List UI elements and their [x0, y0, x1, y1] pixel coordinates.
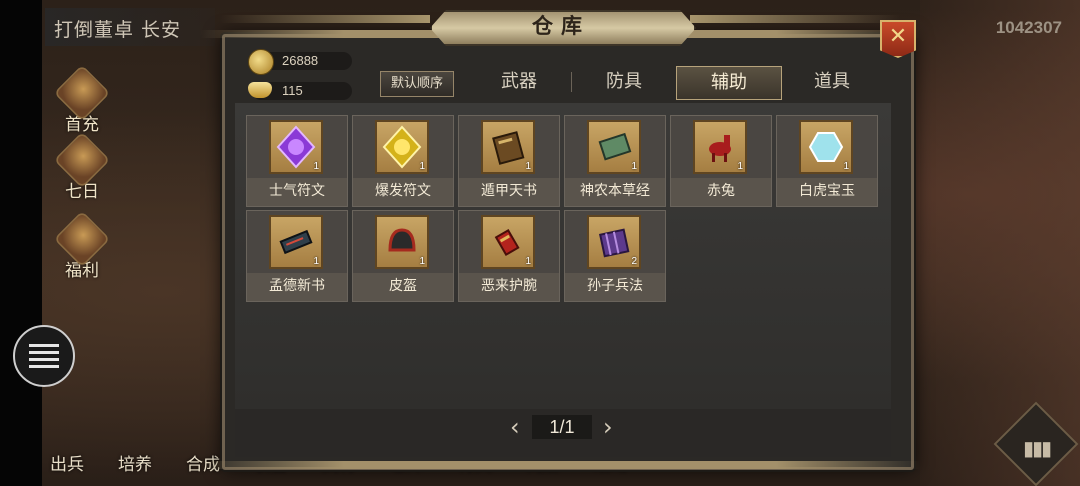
item-name: 遁甲天书: [481, 183, 537, 199]
item-count: 1: [313, 256, 319, 267]
prev-page-button[interactable]: ‹: [510, 414, 520, 440]
power-score: 1042307: [995, 18, 1062, 37]
tab-auxiliary[interactable]: 辅助: [676, 66, 782, 100]
bracer-icon: [494, 228, 520, 257]
item-count: 1: [737, 161, 743, 172]
item-slot: 1: [481, 215, 535, 269]
item-name: 神农本草经: [580, 183, 650, 199]
right-scene-edge: [920, 0, 1080, 486]
item-name: 白虎宝玉: [799, 183, 855, 199]
bamboo-scroll-icon: [598, 228, 630, 258]
more-icon: ▮▮▮: [1022, 436, 1052, 460]
item-card[interactable]: 1 遁甲天书: [458, 115, 560, 207]
coin-icon: [248, 49, 274, 75]
item-name: 孙子兵法: [587, 278, 643, 294]
side-button-first-recharge[interactable]: 首充: [52, 64, 112, 135]
tab-props[interactable]: 道具: [780, 66, 884, 98]
item-card[interactable]: 1 孟德新书: [246, 210, 348, 302]
item-card[interactable]: 1 恶来护腕: [458, 210, 560, 302]
nav-item[interactable]: 培养: [118, 450, 152, 486]
item-count: 2: [631, 256, 637, 267]
helmet-icon: [388, 228, 416, 252]
item-count: 1: [525, 256, 531, 267]
red-horse-icon: [709, 135, 731, 162]
item-count: 1: [313, 161, 319, 172]
green-book-icon: [598, 132, 632, 161]
item-name: 爆发符文: [375, 183, 431, 199]
close-button[interactable]: ✕: [880, 20, 916, 58]
item-slot: 1: [269, 215, 323, 269]
side-button-seven-day[interactable]: 七日: [52, 131, 112, 202]
next-page-button[interactable]: ›: [603, 414, 613, 440]
book-icon: [492, 131, 525, 165]
item-slot: 1: [481, 120, 535, 174]
item-card[interactable]: 1 神农本草经: [564, 115, 666, 207]
item-card[interactable]: 1 爆发符文: [352, 115, 454, 207]
purple-rune-icon: [276, 125, 316, 169]
item-name: 孟德新书: [269, 278, 325, 294]
item-slot: 1: [375, 215, 429, 269]
item-name: 恶来护腕: [481, 278, 537, 294]
item-card[interactable]: 1 赤兔: [670, 115, 772, 207]
left-black-bar: [0, 0, 42, 486]
item-name: 皮盔: [389, 278, 417, 294]
item-card[interactable]: 1 白虎宝玉: [776, 115, 878, 207]
default-sort-button[interactable]: 默认顺序: [380, 71, 454, 97]
item-count: 1: [419, 161, 425, 172]
item-count: 1: [631, 161, 637, 172]
ingot-icon: [248, 82, 272, 98]
panel-title: 仓库: [532, 13, 590, 38]
coin-value: 26888: [282, 53, 319, 68]
item-slot: 1: [693, 120, 747, 174]
item-slot: 1: [375, 120, 429, 174]
item-name: 士气符文: [269, 183, 325, 199]
panel-bottom-frame: [200, 461, 920, 469]
side-button-welfare[interactable]: 福利: [52, 210, 112, 281]
coin-counter: 26888: [248, 49, 352, 75]
item-count: 1: [525, 161, 531, 172]
item-card[interactable]: 2 孙子兵法: [564, 210, 666, 302]
item-count: 1: [843, 161, 849, 172]
title-ornament-left: [220, 15, 430, 23]
close-icon: ✕: [888, 24, 908, 49]
title-ornament-right: [690, 15, 900, 23]
jade-icon: [808, 132, 844, 162]
page-indicator: 1/1: [532, 415, 592, 439]
menu-lines-icon: [29, 340, 59, 372]
item-slot: 1: [269, 120, 323, 174]
item-card[interactable]: 1 士气符文: [246, 115, 348, 207]
ingot-value: 115: [282, 83, 303, 98]
gold-rune-icon: [382, 125, 422, 169]
ingot-counter: 115: [248, 82, 352, 100]
tome-icon: [279, 229, 313, 255]
tab-armor[interactable]: 防具: [572, 66, 676, 98]
quest-text[interactable]: 打倒董卓 长安: [54, 15, 181, 42]
item-card[interactable]: 1 皮盔: [352, 210, 454, 302]
menu-button[interactable]: [13, 325, 75, 387]
item-count: 1: [419, 256, 425, 267]
item-name: 赤兔: [707, 183, 735, 199]
item-slot: 1: [799, 120, 853, 174]
nav-item[interactable]: 出兵: [50, 450, 84, 486]
item-slot: 2: [587, 215, 641, 269]
item-slot: 1: [587, 120, 641, 174]
tab-weapons[interactable]: 武器: [467, 66, 571, 98]
